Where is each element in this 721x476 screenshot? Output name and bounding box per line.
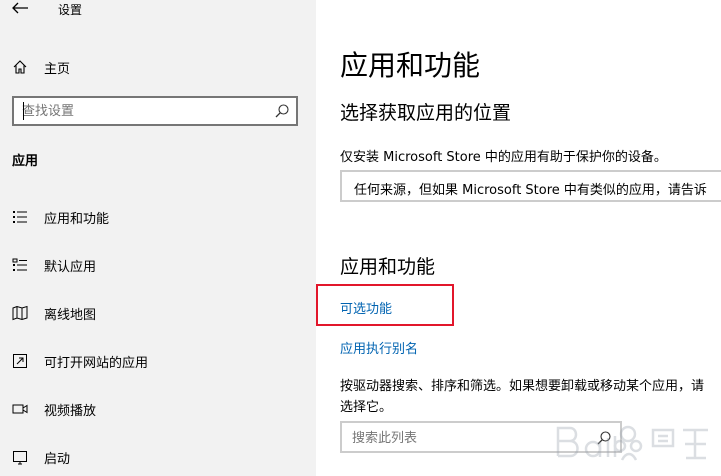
map-icon [12, 305, 28, 321]
apps-features-heading: 应用和功能 [340, 256, 436, 278]
description-line: 按驱动器搜索、排序和筛选。如果想要卸载或移动某个应用，请 [340, 379, 705, 394]
install-source-dropdown[interactable]: 任何来源，但如果 Microsoft Store 中有类似的应用，请告诉 [340, 170, 721, 202]
settings-search-box[interactable] [12, 96, 298, 126]
sidebar-item-label: 视频播放 [44, 403, 97, 419]
optional-features-link[interactable]: 可选功能 [340, 298, 392, 317]
apps-list-description: 按驱动器搜索、排序和筛选。如果想要卸载或移动某个应用，请 选择它。 [340, 376, 721, 418]
sidebar-item-video-playback[interactable]: 视频播放 [12, 398, 96, 420]
text-caret [23, 102, 24, 120]
video-icon [12, 404, 28, 414]
sidebar-section-title: 应用 [12, 154, 39, 169]
list-icon [13, 211, 27, 223]
settings-search-input[interactable] [22, 102, 262, 120]
sidebar-item-default-apps[interactable]: 默认应用 [12, 254, 96, 276]
app-list-search-box[interactable] [340, 421, 622, 453]
sidebar: 设置 主页 应用 应用和功能 默认应用 [0, 0, 316, 476]
back-arrow-icon[interactable] [10, 0, 30, 16]
install-source-description: 仅安装 Microsoft Store 中的应用有助于保护你的设备。 [340, 150, 667, 165]
sidebar-item-apps-for-websites[interactable]: 可打开网站的应用 [12, 350, 148, 372]
open-external-icon [13, 354, 27, 368]
sidebar-item-label: 可打开网站的应用 [44, 355, 149, 371]
startup-icon [13, 451, 27, 465]
home-icon [13, 60, 27, 74]
search-icon[interactable] [274, 103, 290, 119]
description-line: 选择它。 [340, 400, 393, 415]
install-source-heading: 选择获取应用的位置 [340, 102, 512, 124]
search-icon[interactable] [596, 430, 612, 446]
sidebar-item-apps-features[interactable]: 应用和功能 [12, 206, 109, 228]
sidebar-item-home[interactable]: 主页 [12, 56, 70, 78]
sidebar-item-label: 启动 [44, 451, 71, 467]
window-title: 设置 [58, 3, 83, 17]
sidebar-item-startup[interactable]: 启动 [12, 446, 70, 468]
sidebar-item-offline-maps[interactable]: 离线地图 [12, 302, 96, 324]
page-title: 应用和功能 [340, 49, 481, 82]
sidebar-item-label: 主页 [44, 61, 71, 77]
app-execution-aliases-link[interactable]: 应用执行别名 [340, 338, 418, 357]
sidebar-item-label: 应用和功能 [44, 211, 110, 227]
dropdown-selected-value: 任何来源，但如果 Microsoft Store 中有类似的应用，请告诉 [354, 183, 707, 198]
app-list-search-input[interactable] [352, 429, 582, 447]
sidebar-item-label: 默认应用 [44, 259, 97, 275]
main-content: 应用和功能 选择获取应用的位置 仅安装 Microsoft Store 中的应用… [316, 0, 721, 476]
default-apps-icon [12, 258, 27, 271]
sidebar-item-label: 离线地图 [44, 307, 97, 323]
